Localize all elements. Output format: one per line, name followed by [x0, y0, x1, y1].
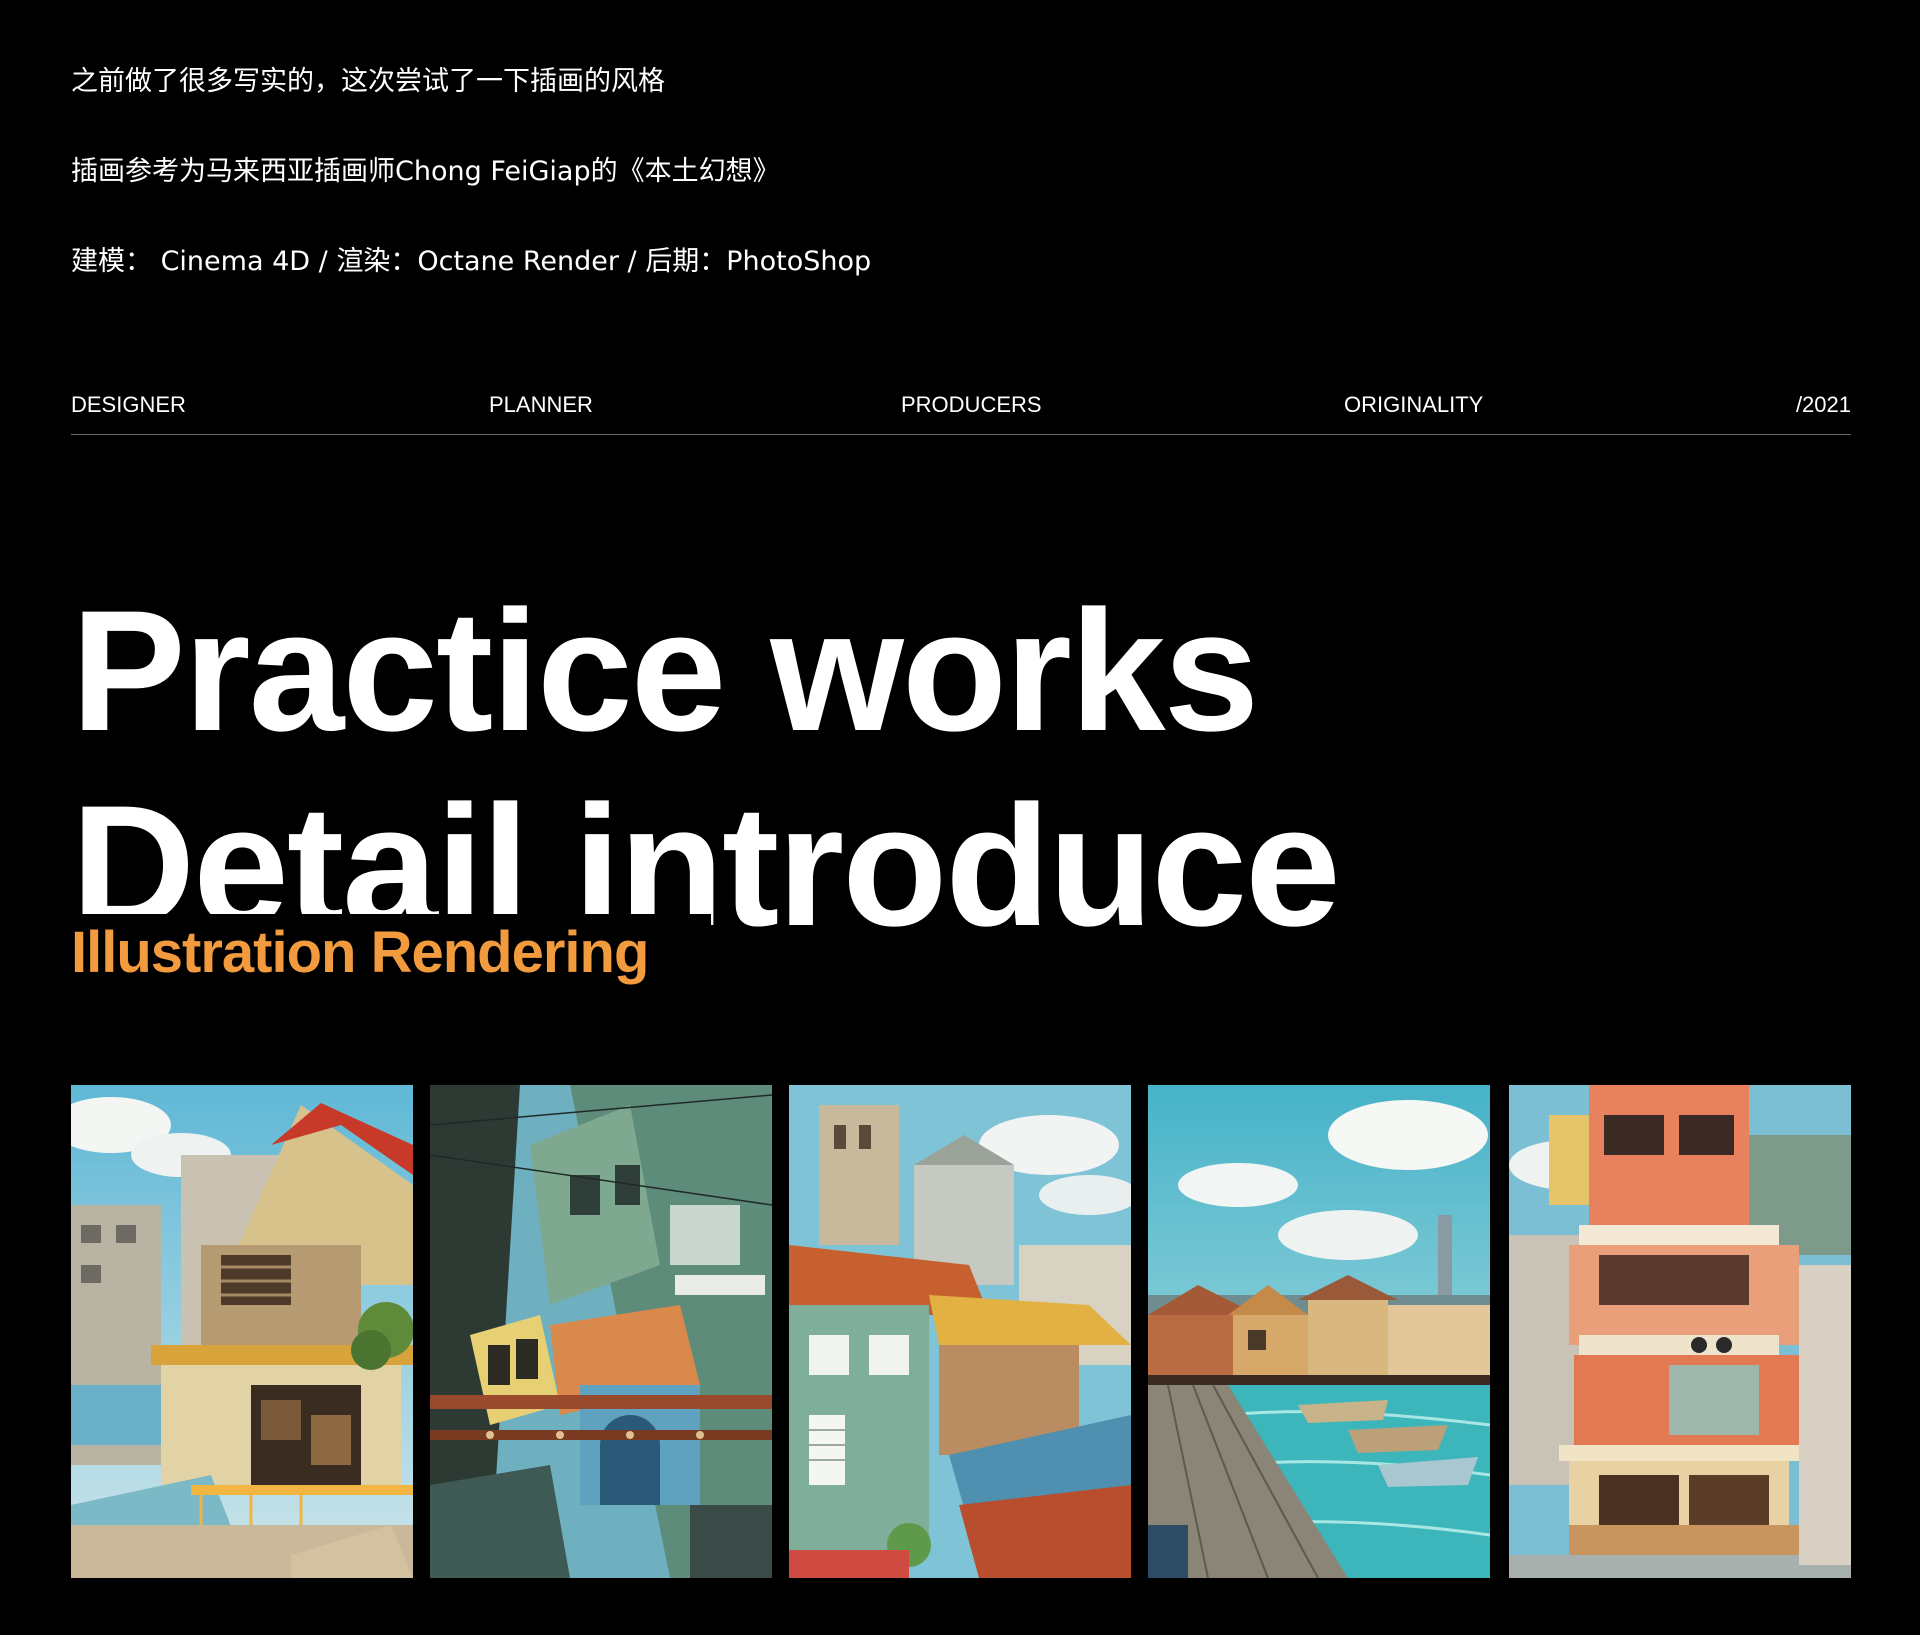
gallery-tile-5[interactable] — [1509, 1085, 1851, 1578]
intro-line-2: 插画参考为马来西亚插画师Chong FeiGiap的《本土幻想》 — [71, 156, 780, 187]
credit-designer: DESIGNER — [71, 392, 186, 417]
illustration-gallery — [71, 1085, 1851, 1578]
illustration-harbor-boats — [1148, 1085, 1490, 1578]
gallery-tile-1[interactable] — [71, 1085, 413, 1578]
gallery-tile-2[interactable] — [430, 1085, 772, 1578]
credit-planner: PLANNER — [489, 392, 593, 417]
header-divider — [71, 434, 1851, 435]
intro-line-3: 建模： Cinema 4D / 渲染：Octane Render / 后期：Ph… — [71, 246, 872, 277]
illustration-rooftops — [789, 1085, 1131, 1578]
gallery-tile-4[interactable] — [1148, 1085, 1490, 1578]
credit-originality: ORIGINALITY — [1344, 392, 1484, 417]
illustration-shophouse-tower — [1509, 1085, 1851, 1578]
headline-subtitle: Illustration Rendering — [71, 920, 649, 985]
credit-producers: PRODUCERS — [901, 392, 1042, 417]
credits-row: DESIGNER PLANNER PRODUCERS ORIGINALITY /… — [71, 392, 1851, 418]
illustration-tram-street — [430, 1085, 772, 1578]
headline-line-1: Practice works — [71, 575, 1259, 767]
credit-year: /2021 — [1795, 392, 1851, 417]
illustration-house-red-roof — [71, 1085, 413, 1578]
intro-line-1: 之前做了很多写实的，这次尝试了一下插画的风格 — [71, 66, 665, 97]
gallery-tile-3[interactable] — [789, 1085, 1131, 1578]
